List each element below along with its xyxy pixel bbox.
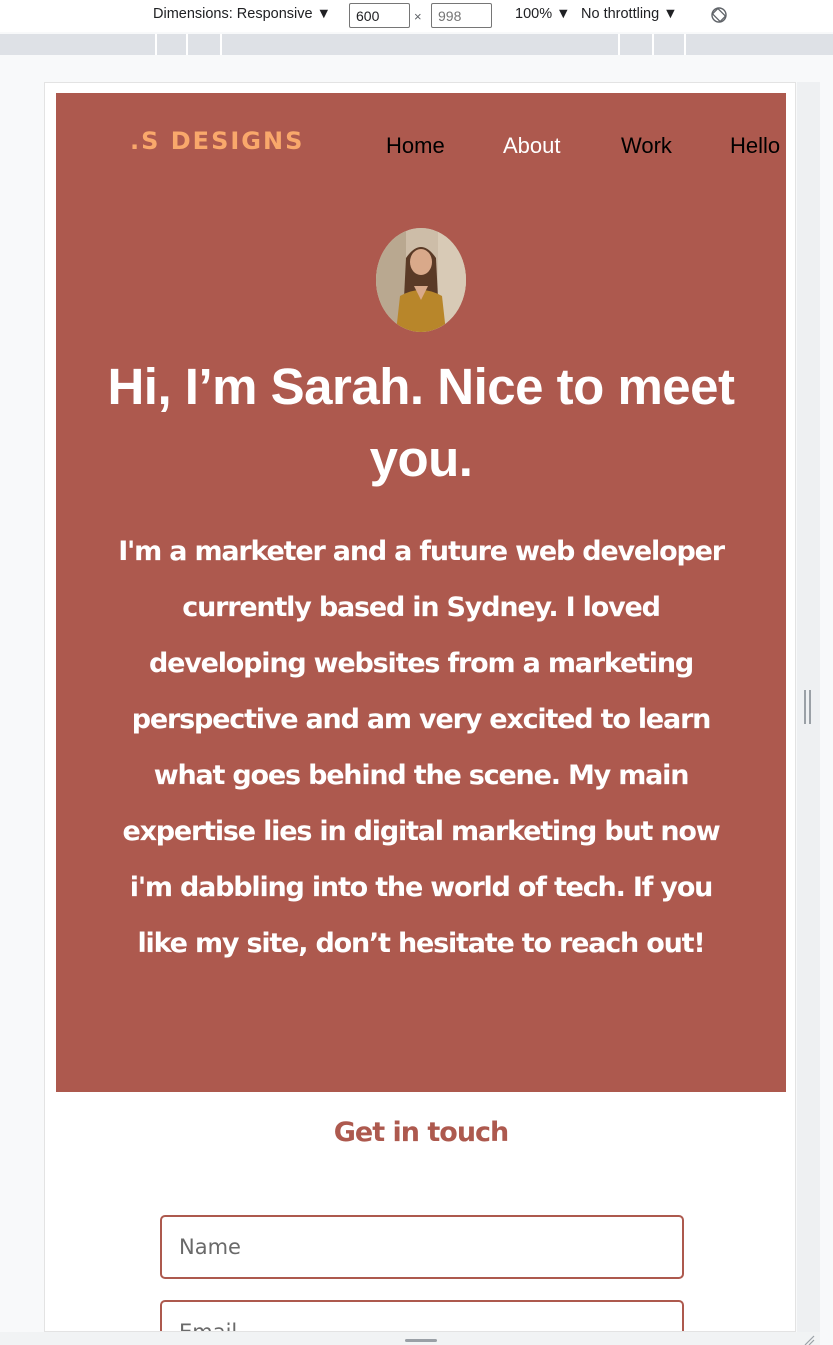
devtools-device-toolbar: Dimensions: Responsive ▼ × 100% ▼ No thr… <box>0 0 833 32</box>
ruler-tick <box>220 34 222 55</box>
handle-line <box>809 690 811 724</box>
width-resize-handle[interactable] <box>804 690 812 724</box>
width-input[interactable] <box>349 3 410 28</box>
height-input[interactable] <box>431 3 492 28</box>
profile-avatar <box>376 228 466 332</box>
media-query-bar[interactable] <box>0 34 833 55</box>
dimensions-dropdown[interactable]: Dimensions: Responsive ▼ <box>153 6 331 22</box>
corner-resize-icon[interactable] <box>803 1333 815 1345</box>
name-field[interactable] <box>160 1215 684 1279</box>
hero-bio: I'm a marketer and a future web develope… <box>118 536 725 959</box>
nav-about-link[interactable]: About <box>503 133 561 159</box>
ruler-tick <box>186 34 188 55</box>
ruler-tick <box>618 34 620 55</box>
nav-home-link[interactable]: Home <box>386 133 445 159</box>
times-sign: × <box>414 9 422 24</box>
zoom-dropdown[interactable]: 100% ▼ <box>515 6 570 22</box>
hero-section: .S DESIGNS Home About Work Hello Hi, I’m… <box>56 93 786 1092</box>
site-logo[interactable]: .S DESIGNS <box>130 127 304 155</box>
height-resize-handle[interactable] <box>405 1339 437 1342</box>
hero-heading: Hi, I’m Sarah. Nice to meet you. <box>107 358 735 487</box>
rotate-icon[interactable] <box>710 6 728 24</box>
nav-work-link[interactable]: Work <box>621 133 672 159</box>
nav-hello-link[interactable]: Hello <box>730 133 780 159</box>
throttling-dropdown[interactable]: No throttling ▼ <box>581 6 678 22</box>
ruler-tick <box>155 34 157 55</box>
ruler-tick <box>684 34 686 55</box>
emulated-viewport: .S DESIGNS Home About Work Hello Hi, I’m… <box>44 82 796 1332</box>
ruler-tick <box>652 34 654 55</box>
email-field[interactable] <box>160 1300 684 1331</box>
handle-line <box>804 690 806 724</box>
contact-heading: Get in touch <box>333 1117 510 1148</box>
